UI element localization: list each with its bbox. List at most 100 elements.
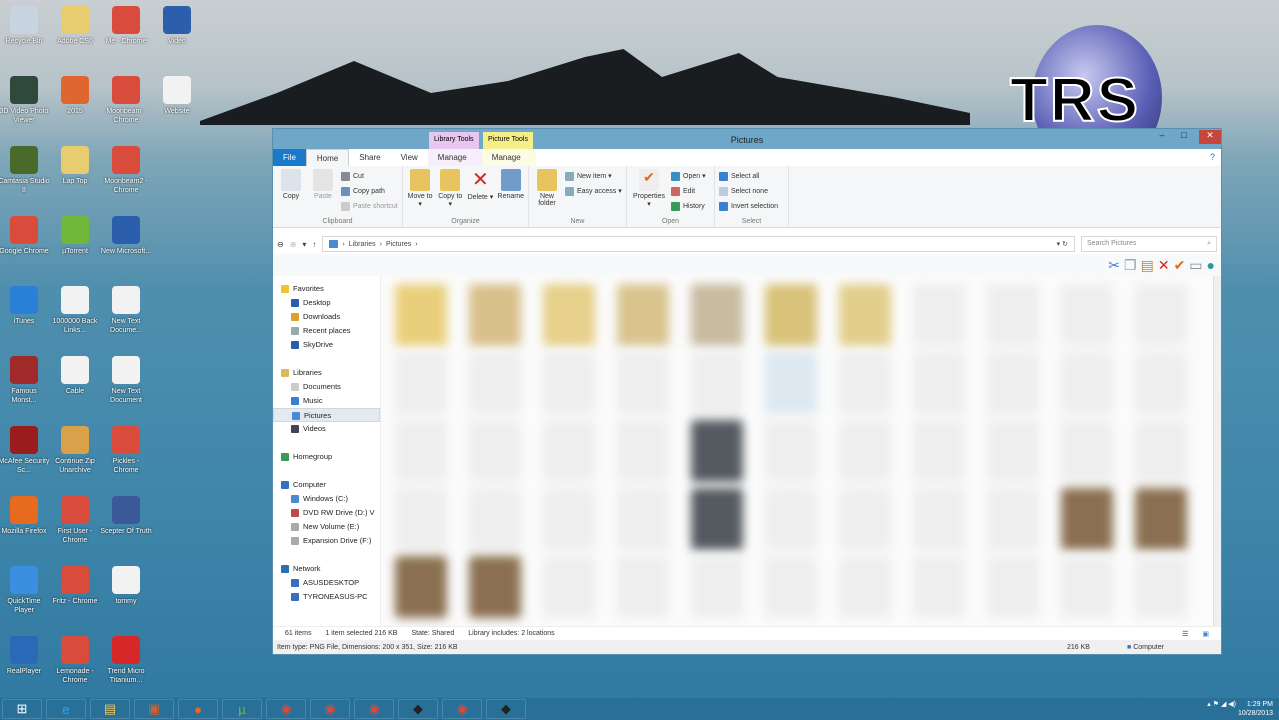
desktop-icon[interactable]: Mozilla Firefox [0,496,50,536]
file-thumbnail[interactable] [617,488,669,550]
file-thumbnail[interactable] [469,556,521,618]
file-thumbnail[interactable] [839,488,891,550]
forward-button[interactable]: ⊕ [290,240,297,249]
history-button[interactable]: History [671,199,706,214]
file-thumbnail[interactable] [617,556,669,618]
file-thumbnail[interactable] [543,284,595,346]
desktop-icon[interactable]: New Microsoft... [100,216,152,256]
file-thumbnail[interactable] [987,352,1039,414]
file-thumbnail[interactable] [469,488,521,550]
up-button[interactable]: ↑ [312,240,316,249]
nav-item-music[interactable]: Music [273,394,380,408]
desktop-icon[interactable]: Website [151,76,203,116]
file-thumbnail[interactable] [987,556,1039,618]
nav-item-dvd-rw-drive-d-v[interactable]: DVD RW Drive (D:) V [273,506,380,520]
recent-dropdown[interactable]: ▾ [302,240,306,249]
file-thumbnail[interactable] [1061,556,1113,618]
file-thumbnail[interactable] [987,420,1039,482]
checkmark-icon[interactable]: ✔ [1174,257,1186,274]
file-thumbnail[interactable] [765,352,817,414]
invert-selection-button[interactable]: Invert selection [719,199,778,214]
tab-manage-library[interactable]: Manage [427,149,482,166]
file-thumbnail[interactable] [691,420,743,482]
desktop-icon[interactable]: Camtasia Studio 8 [0,146,50,195]
select-none-button[interactable]: Select none [719,184,778,199]
nav-item-new-volume-e[interactable]: New Volume (E:) [273,520,380,534]
details-view-button[interactable]: ☰ [1182,630,1188,638]
nav-item-favorites[interactable]: Favorites [273,282,380,296]
taskbar-chrome-icon[interactable]: ◉ [310,699,350,719]
taskbar-ie-icon[interactable]: e [46,699,86,719]
nav-item-downloads[interactable]: Downloads [273,310,380,324]
back-button[interactable]: ⊖ [277,240,284,249]
file-thumbnail[interactable] [543,488,595,550]
file-thumbnail[interactable] [1135,420,1187,482]
file-thumbnail[interactable] [1061,352,1113,414]
desktop-icon[interactable]: Video [151,6,203,46]
desktop-icon[interactable]: 2015 [49,76,101,116]
desktop-icon[interactable]: McAfee Security Sc... [0,426,50,475]
icons-view-button[interactable]: ▣ [1202,630,1209,638]
nav-item-asusdesktop[interactable]: ASUSDESKTOP [273,576,380,590]
refresh-icon[interactable]: ▾ ↻ [1057,240,1068,248]
file-thumbnail[interactable] [395,352,447,414]
desktop-icon[interactable]: Cable [49,356,101,396]
title-bar[interactable]: Library Tools Picture Tools Pictures – □… [273,129,1221,149]
easy-access-button[interactable]: Easy access ▾ [565,184,622,199]
file-thumbnail[interactable] [691,556,743,618]
tab-file[interactable]: File [273,149,306,166]
file-thumbnail[interactable] [543,420,595,482]
desktop-icon[interactable]: Famous Monst... [0,356,50,405]
search-input[interactable]: Search Pictures ⌕ [1081,236,1217,252]
file-thumbnail[interactable] [617,420,669,482]
file-thumbnail[interactable] [987,488,1039,550]
taskbar-firefox-icon[interactable]: ● [178,699,218,719]
file-thumbnail[interactable] [765,488,817,550]
nav-item-videos[interactable]: Videos [273,422,380,436]
paste-button[interactable]: Paste [309,169,337,224]
desktop-icon[interactable]: Fritz - Chrome [49,566,101,606]
file-thumbnail[interactable] [1135,488,1187,550]
desktop-icon[interactable]: Lemonade - Chrome [49,636,101,685]
desktop-icon[interactable]: Recycle Bin [0,6,50,46]
file-thumbnail[interactable] [913,488,965,550]
start-button[interactable]: ⊞ [2,699,42,719]
desktop-icon[interactable]: Lap Top [49,146,101,186]
properties-button[interactable]: ✔ Properties ▾ [631,169,667,224]
file-thumbnail[interactable] [1135,352,1187,414]
copy-button[interactable]: Copy [277,169,305,224]
globe-icon[interactable]: ● [1207,257,1215,273]
file-thumbnail[interactable] [913,556,965,618]
file-list[interactable] [381,276,1213,626]
file-thumbnail[interactable] [1135,284,1187,346]
file-thumbnail[interactable] [1061,420,1113,482]
tab-share[interactable]: Share [349,149,390,166]
desktop-icon[interactable]: Trend Micro Titanium... [100,636,152,685]
tray-icons[interactable]: ▴ ⚑ ◢ ◀) [1207,701,1238,708]
file-thumbnail[interactable] [839,420,891,482]
cut-button[interactable]: Cut [341,169,398,184]
nav-item-documents[interactable]: Documents [273,380,380,394]
taskbar-chrome-icon[interactable]: ◉ [266,699,306,719]
file-thumbnail[interactable] [1061,488,1113,550]
vertical-scrollbar[interactable] [1213,276,1221,626]
delete-icon[interactable]: ✕ [1158,257,1170,274]
desktop-icon[interactable]: Continue Zip Unarchive [49,426,101,475]
desktop-icon[interactable]: Pickles - Chrome [100,426,152,475]
rename-button[interactable]: Rename [498,169,524,224]
desktop-icon[interactable]: Scepter Of Truth [100,496,152,536]
file-thumbnail[interactable] [839,284,891,346]
desktop-icon[interactable]: RealPlayer [0,636,50,676]
file-thumbnail[interactable] [395,284,447,346]
nav-item-desktop[interactable]: Desktop [273,296,380,310]
file-thumbnail[interactable] [1061,284,1113,346]
open-button[interactable]: Open ▾ [671,169,706,184]
paste-icon[interactable]: ▤ [1141,257,1154,274]
nav-item-tyroneasus-pc[interactable]: TYRONEASUS-PC [273,590,380,604]
taskbar-explorer-icon[interactable]: ▤ [90,699,130,719]
desktop-icon[interactable]: QuickTime Player [0,566,50,615]
file-thumbnail[interactable] [469,420,521,482]
window-icon[interactable]: ▭ [1189,257,1202,274]
desktop-icon[interactable]: iTunes [0,286,50,326]
file-thumbnail[interactable] [691,352,743,414]
